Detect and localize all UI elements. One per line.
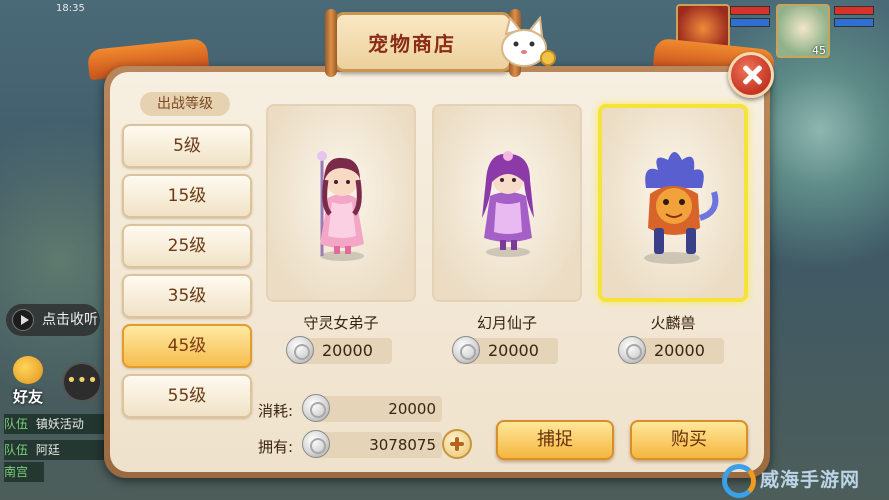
team-row[interactable]: 队伍 阿廷 bbox=[4, 440, 104, 460]
female-disciple-sprite bbox=[317, 151, 364, 261]
silver-coin-icon bbox=[302, 430, 330, 458]
team-tag: 队伍 bbox=[4, 417, 29, 431]
pet-price-value: 20000 bbox=[488, 341, 539, 360]
close-button[interactable] bbox=[728, 52, 774, 98]
player-level: 45 bbox=[812, 44, 826, 57]
capture-button[interactable]: 捕捉 bbox=[496, 420, 614, 460]
friend-icon bbox=[13, 356, 43, 384]
team-tag: 队伍 bbox=[4, 443, 29, 457]
team-text: 阿廷 bbox=[35, 443, 60, 457]
mp-bar bbox=[730, 18, 770, 27]
fire-qilin-sprite bbox=[644, 152, 719, 264]
level-button-55[interactable]: 55级 bbox=[122, 374, 252, 418]
mp-bar bbox=[834, 18, 874, 27]
hp-bar bbox=[730, 6, 770, 15]
team-tag: 南宫 bbox=[4, 465, 29, 479]
pet-card-huanyue[interactable] bbox=[432, 104, 582, 302]
player-status-bars bbox=[834, 6, 874, 30]
voice-chat-button[interactable]: 点击收听 bbox=[6, 304, 100, 336]
title-banner: 宠物商店 bbox=[325, 9, 521, 77]
level-button-25[interactable]: 25级 bbox=[122, 224, 252, 268]
pet-card-shouling[interactable] bbox=[266, 104, 416, 302]
add-currency-button[interactable] bbox=[442, 429, 472, 459]
friend-label: 好友 bbox=[12, 388, 43, 406]
cost-value: 20000 bbox=[388, 400, 436, 418]
pet-name: 守灵女弟子 bbox=[303, 314, 379, 332]
status-time: 18:35 bbox=[56, 3, 85, 14]
pet-price: 20000 bbox=[452, 336, 558, 364]
owned-value: 3078075 bbox=[369, 436, 436, 454]
cost-label: 消耗: bbox=[258, 402, 294, 420]
page-title: 宠物商店 bbox=[368, 32, 456, 56]
play-icon bbox=[12, 309, 34, 331]
chat-bubble-button[interactable]: ••• bbox=[62, 362, 102, 402]
owned-field: 3078075 bbox=[302, 430, 442, 458]
level-button-15[interactable]: 15级 bbox=[122, 174, 252, 218]
status-bar: 18:35 bbox=[0, 0, 160, 18]
level-button-5[interactable]: 5级 bbox=[122, 124, 252, 168]
pet-price-value: 20000 bbox=[654, 341, 705, 360]
watermark-logo-icon bbox=[722, 464, 756, 498]
friend-button[interactable]: 好友 bbox=[6, 356, 50, 406]
team-row[interactable]: 队伍 镇妖活动 bbox=[4, 414, 104, 434]
silver-coin-icon bbox=[302, 394, 330, 422]
pet-card-huolin[interactable] bbox=[598, 104, 748, 302]
pet-price-value: 20000 bbox=[322, 341, 373, 360]
buy-button[interactable]: 购买 bbox=[630, 420, 748, 460]
level-header: 出战等级 bbox=[140, 92, 230, 116]
pet-name: 幻月仙子 bbox=[476, 314, 537, 332]
hp-bar bbox=[834, 6, 874, 15]
watermark-text: 威海手游网 bbox=[760, 469, 861, 491]
level-button-45[interactable]: 45级 bbox=[122, 324, 252, 368]
level-button-35[interactable]: 35级 bbox=[122, 274, 252, 318]
chat-icon: ••• bbox=[66, 370, 98, 391]
moon-fairy-sprite bbox=[482, 151, 534, 257]
pet-price: 20000 bbox=[618, 336, 724, 364]
silver-coin-icon bbox=[286, 336, 314, 364]
team-row[interactable]: 南宫 bbox=[4, 462, 44, 482]
silver-coin-icon bbox=[452, 336, 480, 364]
pet-price: 20000 bbox=[286, 336, 392, 364]
silver-coin-icon bbox=[618, 336, 646, 364]
team-text: 镇妖活动 bbox=[35, 417, 84, 431]
owned-label: 拥有: bbox=[258, 438, 294, 456]
pet-name: 火麟兽 bbox=[650, 314, 696, 332]
enemy-status-bars bbox=[730, 6, 770, 30]
voice-chat-label: 点击收听 bbox=[42, 312, 98, 328]
site-watermark: 威海手游网 bbox=[718, 460, 889, 500]
cost-field: 20000 bbox=[302, 394, 442, 422]
lucky-cat-icon bbox=[501, 15, 556, 67]
